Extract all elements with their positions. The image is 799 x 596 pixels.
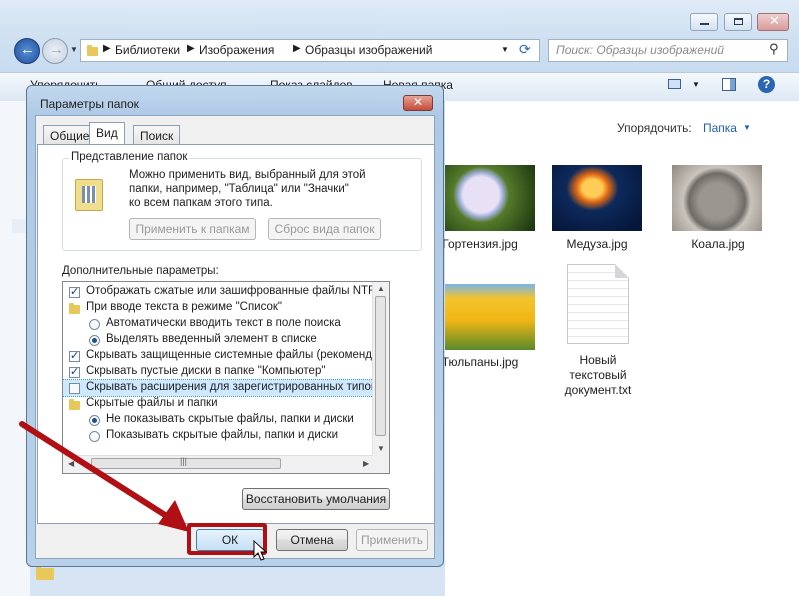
annotation-arrow (19, 421, 189, 532)
mouse-cursor-icon (253, 540, 267, 561)
